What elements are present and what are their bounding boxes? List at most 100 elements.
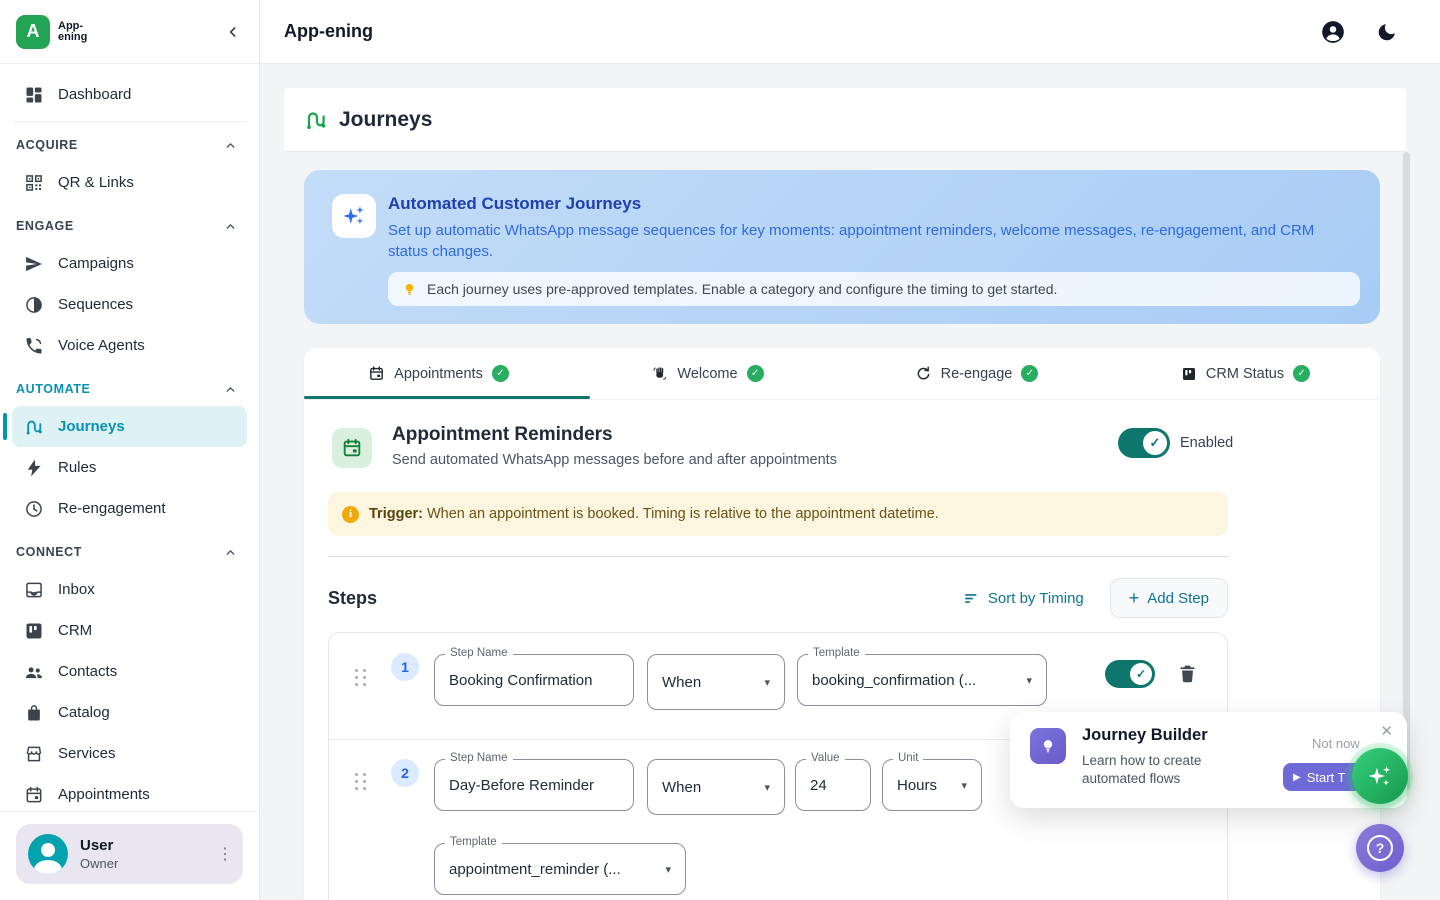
field-label: Template <box>808 647 865 659</box>
when-select[interactable]: When ▾ <box>647 654 785 710</box>
tab-label: Appointments <box>394 366 483 382</box>
send-icon <box>24 254 44 274</box>
sidebar-item-voice-agents[interactable]: Voice Agents <box>12 325 247 366</box>
sidebar-item-dashboard[interactable]: Dashboard <box>12 74 247 115</box>
sidebar-item-label: Appointments <box>58 786 150 803</box>
chevron-down-icon: ▾ <box>1018 674 1032 687</box>
template-select[interactable]: Template booking_confirmation (... ▾ <box>797 654 1047 706</box>
add-step-button[interactable]: + Add Step <box>1110 578 1228 618</box>
dashboard-icon <box>24 85 44 105</box>
field-label: Value <box>806 752 845 764</box>
storefront-icon <box>24 744 44 764</box>
delete-step-button[interactable] <box>1177 663 1198 684</box>
tab-welcome[interactable]: Welcome ✓ <box>573 348 842 399</box>
app-logo: A App- ening <box>16 15 87 49</box>
reminders-title: Appointment Reminders <box>392 424 613 446</box>
reminders-subtitle: Send automated WhatsApp messages before … <box>392 452 837 468</box>
steps-title: Steps <box>328 588 377 609</box>
field-value: booking_confirmation (... <box>812 672 976 689</box>
moon-icon <box>1376 21 1398 43</box>
section-header-connect[interactable]: CONNECT <box>12 535 247 569</box>
unit-select[interactable]: Unit Hours ▾ <box>882 759 982 811</box>
app-root: A App- ening Dashboard ACQUIRE <box>0 0 1440 900</box>
play-icon: ▶ <box>1293 772 1301 783</box>
tab-label: Re-engage <box>941 366 1013 382</box>
tab-appointments[interactable]: Appointments ✓ <box>304 348 573 399</box>
sidebar-item-inbox[interactable]: Inbox <box>12 569 247 610</box>
tab-reengage[interactable]: Re-engage ✓ <box>842 348 1111 399</box>
close-icon[interactable]: ✕ <box>1380 722 1393 740</box>
add-step-label: Add Step <box>1147 590 1209 607</box>
sidebar-item-rules[interactable]: Rules <box>12 447 247 488</box>
app-logo-icon: A <box>16 15 50 49</box>
account-button[interactable] <box>1320 19 1346 45</box>
sidebar-item-crm[interactable]: CRM <box>12 610 247 651</box>
step-name-input[interactable]: Step Name Day-Before Reminder <box>434 759 634 811</box>
step-enabled-toggle[interactable]: ✓ <box>1105 660 1155 688</box>
field-label: Step Name <box>445 752 513 764</box>
ai-assistant-fab[interactable] <box>1352 748 1408 804</box>
sort-by-timing-button[interactable]: Sort by Timing <box>963 590 1084 607</box>
sidebar-item-label: Contacts <box>58 663 117 680</box>
section-header-automate[interactable]: AUTOMATE <box>12 372 247 406</box>
sidebar-collapse-button[interactable] <box>225 24 241 40</box>
sparkles-icon <box>332 194 376 238</box>
sidebar-item-journeys[interactable]: Journeys <box>12 406 247 447</box>
sidebar-item-label: Rules <box>58 459 96 476</box>
enabled-toggle[interactable]: ✓ <box>1118 428 1170 458</box>
sidebar-item-label: Voice Agents <box>58 337 145 354</box>
waving-hand-icon <box>651 365 668 382</box>
app-title: App-ening <box>284 21 373 42</box>
logo-line2: ening <box>58 32 87 43</box>
when-select[interactable]: When ▾ <box>647 759 785 815</box>
scrollbar[interactable] <box>1403 152 1410 790</box>
sidebar-item-services[interactable]: Services <box>12 733 247 774</box>
field-value: When <box>662 779 701 796</box>
tab-crm-status[interactable]: CRM Status ✓ <box>1111 348 1380 399</box>
sidebar-item-reengagement[interactable]: Re-engagement <box>12 488 247 529</box>
logo-line1: App- <box>58 21 87 32</box>
user-card[interactable]: User Owner ⋮ <box>16 824 243 884</box>
check-badge-icon: ✓ <box>1293 365 1310 382</box>
value-input[interactable]: Value 24 <box>795 759 871 811</box>
plus-icon: + <box>1129 591 1140 605</box>
sidebar-item-label: CRM <box>58 622 92 639</box>
bag-icon <box>24 703 44 723</box>
popup-text: Learn how to create <box>1082 753 1201 768</box>
sidebar-item-sequences[interactable]: Sequences <box>12 284 247 325</box>
calendar-icon <box>332 428 372 468</box>
info-banner: Automated Customer Journeys Set up autom… <box>304 170 1380 324</box>
dark-mode-button[interactable] <box>1376 21 1398 43</box>
sidebar-item-appointments[interactable]: Appointments <box>12 774 247 811</box>
field-value: Day-Before Reminder <box>449 777 594 794</box>
reminders-header: Appointment Reminders Send automated Wha… <box>304 420 1380 478</box>
refresh-icon <box>915 365 932 382</box>
field-value: 24 <box>810 777 827 794</box>
sidebar-item-qr-links[interactable]: QR & Links <box>12 162 247 203</box>
chevron-up-icon <box>224 383 237 396</box>
sidebar-item-catalog[interactable]: Catalog <box>12 692 247 733</box>
help-fab[interactable]: ? <box>1356 824 1404 872</box>
section-header-engage[interactable]: ENGAGE <box>12 209 247 243</box>
drag-handle-icon[interactable] <box>355 669 366 686</box>
section-header-acquire[interactable]: ACQUIRE <box>12 128 247 162</box>
sort-icon <box>963 590 980 607</box>
chevron-down-icon: ▾ <box>756 781 770 794</box>
step-name-input[interactable]: Step Name Booking Confirmation <box>434 654 634 706</box>
sidebar-item-contacts[interactable]: Contacts <box>12 651 247 692</box>
popup-title: Journey Builder <box>1082 726 1208 745</box>
trash-icon <box>1177 663 1198 684</box>
banner-note: Each journey uses pre-approved templates… <box>388 272 1360 306</box>
not-now-button[interactable]: Not now <box>1312 736 1360 751</box>
drag-handle-icon[interactable] <box>355 773 366 790</box>
template-select[interactable]: Template appointment_reminder (... ▾ <box>434 843 686 895</box>
sidebar-item-campaigns[interactable]: Campaigns <box>12 243 247 284</box>
enabled-label: Enabled <box>1180 435 1233 451</box>
top-bar: App-ening <box>260 0 1440 64</box>
kebab-menu-icon[interactable]: ⋮ <box>217 852 233 857</box>
banner-note-text: Each journey uses pre-approved templates… <box>427 281 1057 297</box>
toggle-check-icon: ✓ <box>1143 431 1167 455</box>
chevron-up-icon <box>224 546 237 559</box>
step-number-badge: 1 <box>391 653 419 681</box>
route-icon <box>24 417 44 437</box>
